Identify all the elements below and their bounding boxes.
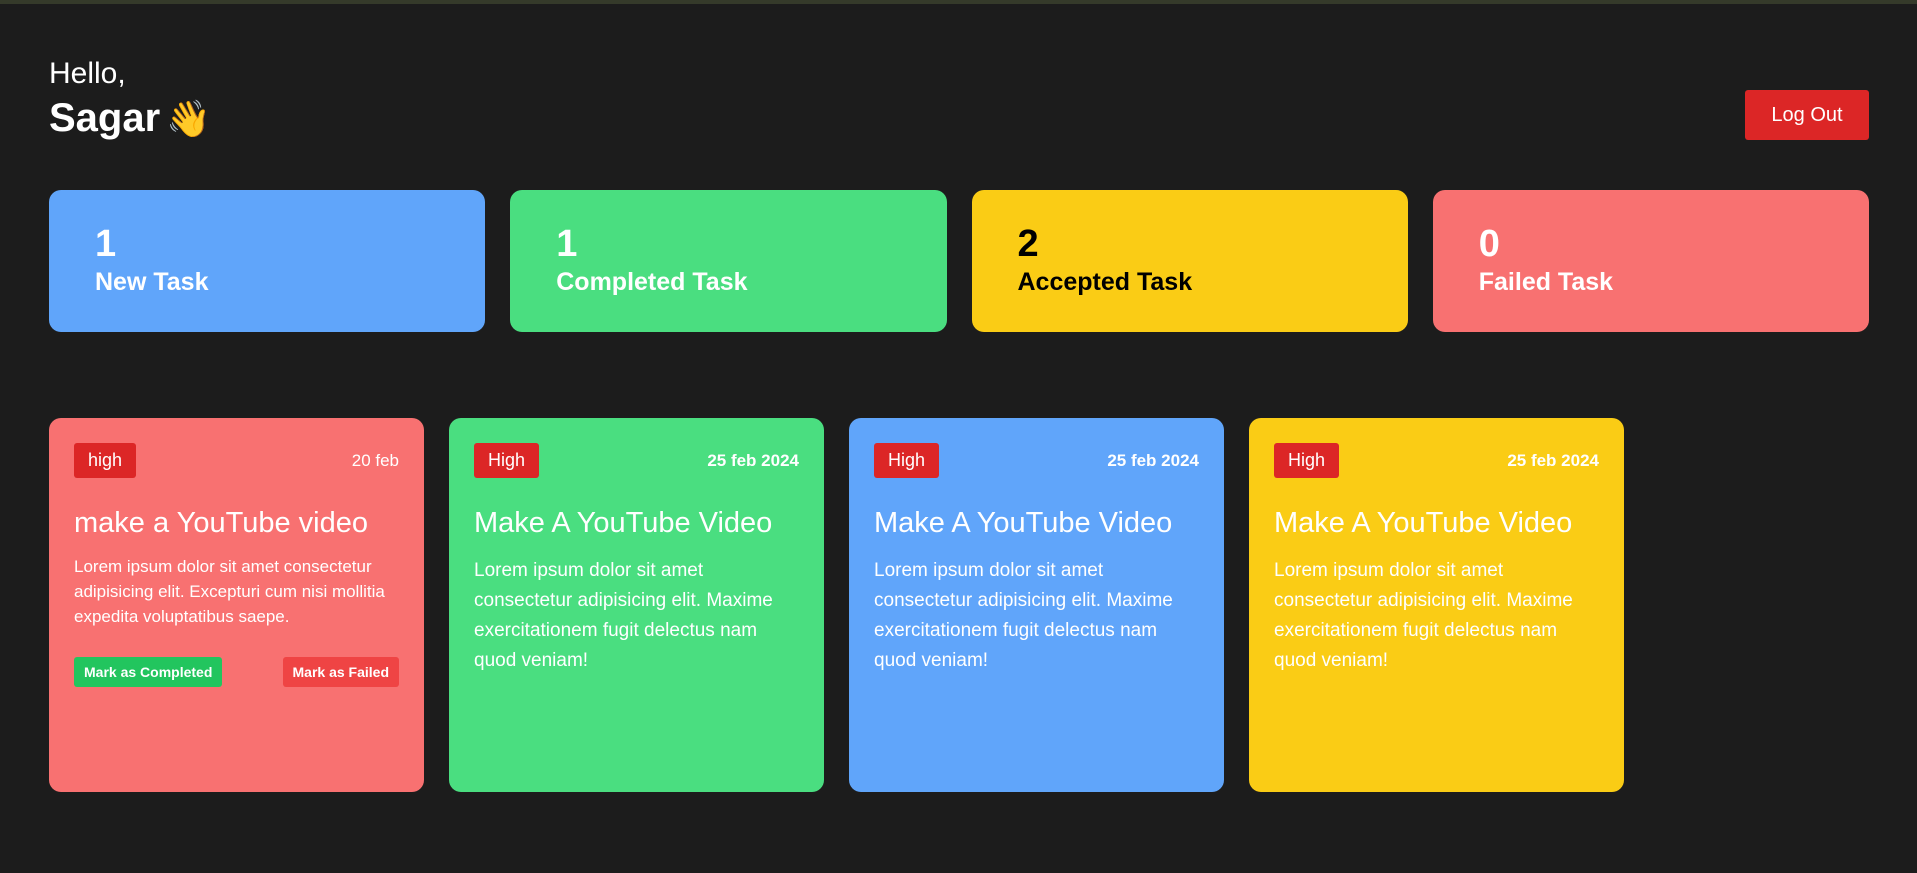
stat-card-new: 1 New Task	[49, 190, 486, 332]
stat-label: New Task	[95, 268, 209, 296]
stat-label: Accepted Task	[1017, 268, 1193, 296]
priority-badge: High	[1274, 443, 1340, 478]
priority-badge: high	[74, 443, 137, 478]
greeting-hello: Hello,	[49, 57, 126, 90]
task-title: Make A YouTube Video	[1274, 507, 1573, 539]
task-date: 25 feb 2024	[1107, 450, 1199, 470]
username: Sagar	[49, 96, 161, 140]
window-top-border	[0, 0, 1917, 4]
task-header: High 25 feb 2024	[1274, 443, 1599, 478]
username-row: Sagar 👋	[49, 94, 211, 143]
stat-card-completed: 1 Completed Task	[510, 190, 947, 332]
task-description: Lorem ipsum dolor sit amet consectetur a…	[74, 557, 385, 626]
stat-card-failed: 0 Failed Task	[1432, 190, 1869, 332]
task-header: High 25 feb 2024	[874, 443, 1199, 478]
task-card: High 25 feb 2024 Make A YouTube Video Lo…	[1249, 418, 1624, 792]
stat-label: Completed Task	[556, 268, 748, 296]
task-card: high 20 feb make a YouTube video Lorem i…	[49, 418, 424, 792]
priority-badge: High	[874, 443, 940, 478]
task-card: High 25 feb 2024 Make A YouTube Video Lo…	[449, 418, 824, 792]
stat-card-accepted: 2 Accepted Task	[971, 190, 1408, 332]
mark-failed-button[interactable]: Mark as Failed	[282, 657, 399, 687]
task-date: 25 feb 2024	[1507, 450, 1599, 470]
priority-badge: High	[474, 443, 540, 478]
task-actions: Mark as Completed Mark as Failed	[74, 657, 399, 687]
task-title: make a YouTube video	[74, 507, 368, 539]
task-date: 20 feb	[351, 450, 399, 470]
mark-completed-button[interactable]: Mark as Completed	[74, 657, 223, 687]
task-card: High 25 feb 2024 Make A YouTube Video Lo…	[849, 418, 1224, 792]
greeting: Hello, Sagar 👋	[49, 56, 211, 143]
stat-count: 0	[1478, 223, 1500, 265]
logout-button[interactable]: Log Out	[1745, 90, 1869, 140]
task-title: Make A YouTube Video	[474, 507, 773, 539]
stat-count: 2	[1017, 223, 1039, 265]
stat-label: Failed Task	[1478, 268, 1614, 296]
task-date: 25 feb 2024	[707, 450, 799, 470]
task-header: high 20 feb	[74, 443, 399, 478]
waving-hand-icon: 👋	[166, 98, 211, 139]
stat-count: 1	[95, 223, 117, 265]
task-stats: 1 New Task 1 Completed Task 2 Accepted T…	[49, 190, 1869, 332]
stat-count: 1	[556, 223, 578, 265]
task-title: Make A YouTube Video	[874, 507, 1173, 539]
task-header: High 25 feb 2024	[474, 443, 799, 478]
task-description: Lorem ipsum dolor sit amet consectetur a…	[474, 560, 773, 671]
task-list: high 20 feb make a YouTube video Lorem i…	[49, 418, 1624, 792]
task-description: Lorem ipsum dolor sit amet consectetur a…	[1274, 560, 1573, 671]
task-description: Lorem ipsum dolor sit amet consectetur a…	[874, 560, 1173, 671]
